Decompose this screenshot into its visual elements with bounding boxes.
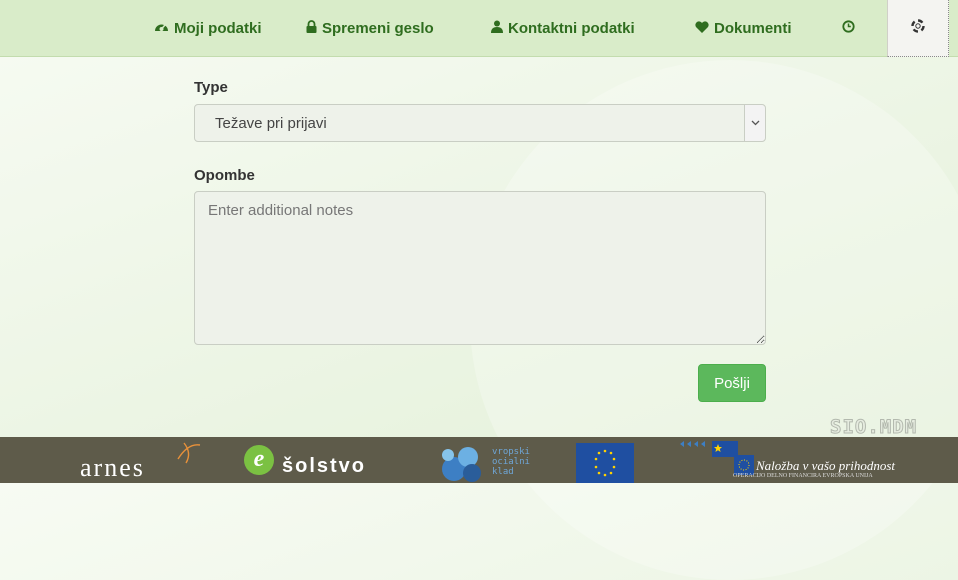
nav-kontaktni-podatki[interactable]: Kontaktni podatki: [491, 0, 635, 56]
nav-help[interactable]: [887, 0, 949, 57]
nav-dokumenti[interactable]: Dokumenti: [695, 0, 792, 56]
nav-spremeni-geslo[interactable]: Spremeni geslo: [306, 0, 434, 56]
user-icon: [491, 20, 503, 36]
esf-line-2: ocialni: [492, 457, 530, 467]
arrow-chevrons-icon: [680, 441, 705, 447]
nav-moji-podatki[interactable]: Moji podatki: [154, 0, 262, 56]
heart-icon: [695, 20, 709, 36]
footer: arnes e šolstvo vropski ocialni klad Nal: [0, 437, 958, 483]
solstvo-logo: šolstvo: [282, 455, 367, 477]
arnes-logo: arnes: [80, 453, 145, 482]
notes-label: Opombe: [194, 167, 255, 184]
type-select-value: Težave pri prijavi: [215, 115, 327, 132]
solstvo-badge: e: [244, 445, 274, 475]
type-select[interactable]: Težave pri prijavi: [194, 104, 766, 142]
nav-moji-podatki-label: Moji podatki: [174, 19, 262, 37]
esf-line-1: vropski: [492, 447, 530, 457]
eu-mini-flag-icon: [734, 455, 754, 475]
top-navbar: Moji podatki Spremeni geslo Kontaktni po…: [0, 0, 958, 57]
type-label: Type: [194, 79, 228, 96]
esf-text: vropski ocialni klad: [492, 447, 530, 477]
nalozba-subtitle: OPERACIJO DELNO FINANCIRA EVROPSKA UNIJA: [733, 473, 873, 479]
dashboard-icon: [154, 20, 169, 36]
clock-icon: [842, 19, 855, 37]
nav-spremeni-geslo-label: Spremeni geslo: [322, 19, 434, 37]
life-ring-icon: [911, 18, 925, 38]
nav-kontaktni-podatki-label: Kontaktni podatki: [508, 19, 635, 37]
submit-button[interactable]: Pošlji: [698, 364, 766, 402]
sio-mdm-watermark: SIO.MDM: [829, 416, 918, 439]
nav-dokumenti-label: Dokumenti: [714, 19, 792, 37]
esf-line-3: klad: [492, 467, 514, 477]
nalozba-slogan: Naložba v vašo prihodnost: [756, 458, 896, 473]
notes-textarea[interactable]: [194, 191, 766, 345]
arnes-swirl-icon: [177, 442, 201, 464]
chevron-down-icon[interactable]: [744, 105, 765, 141]
esf-logo-icon: [442, 447, 481, 482]
lock-icon: [306, 20, 317, 36]
eu-flag-icon: [576, 443, 634, 483]
nav-history[interactable]: [842, 0, 855, 56]
